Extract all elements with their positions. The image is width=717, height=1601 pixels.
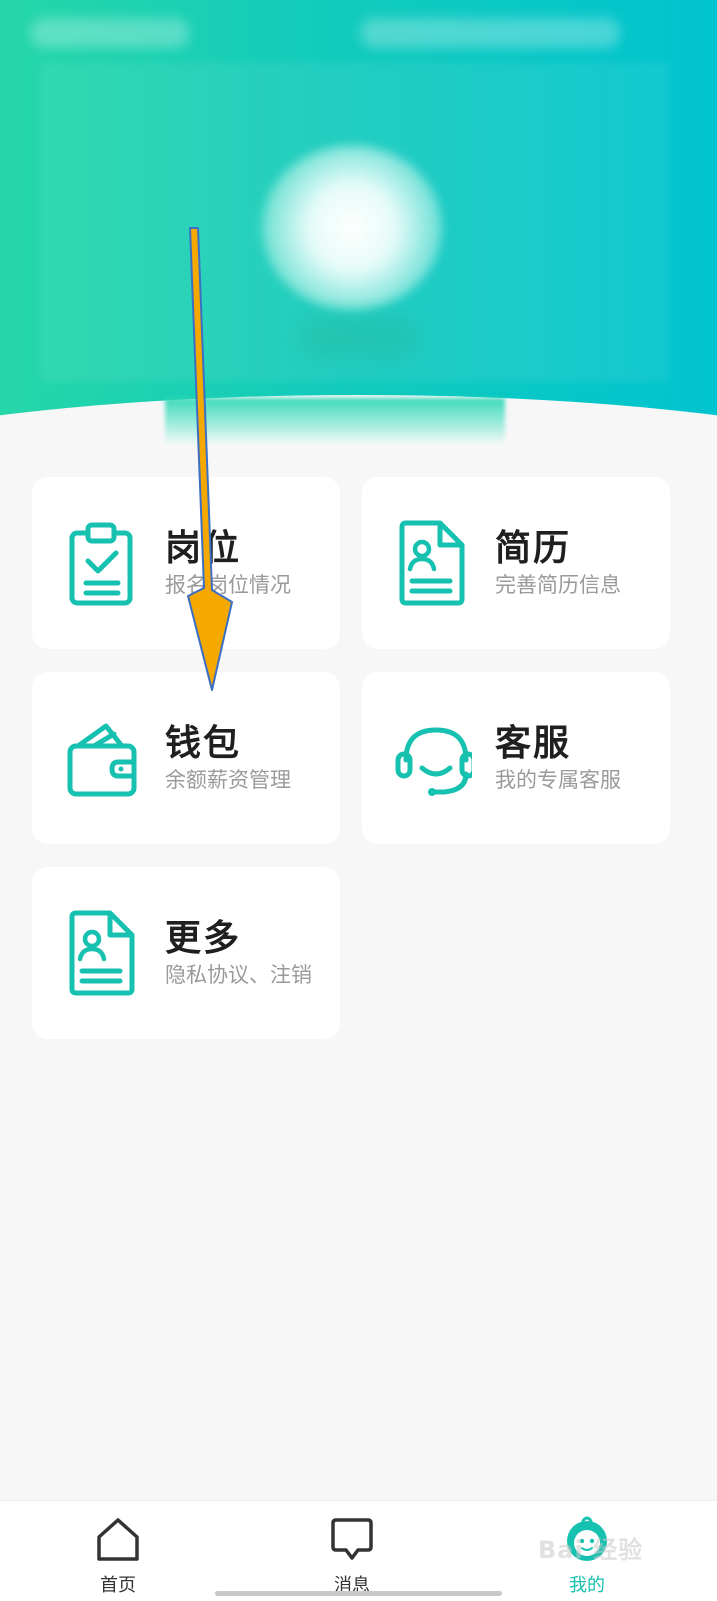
menu-card-title: 钱包 xyxy=(165,723,242,764)
menu-card-title: 更多 xyxy=(165,918,242,959)
status-bar-icons-blurred xyxy=(360,18,620,48)
headset-icon xyxy=(395,727,472,796)
clipboard-check-icon xyxy=(69,522,133,606)
document-person-icon xyxy=(69,910,135,996)
tab-label: 我的 xyxy=(569,1575,605,1596)
menu-card-subtitle: 隐私协议、注销 xyxy=(165,963,312,987)
blurred-strip xyxy=(165,398,505,444)
tab-messages[interactable]: 消息 xyxy=(302,1515,402,1601)
menu-card-title: 客服 xyxy=(495,723,572,764)
wallet-icon xyxy=(67,723,137,797)
message-icon xyxy=(331,1518,373,1560)
menu-card-subtitle: 我的专属客服 xyxy=(495,768,621,792)
status-bar-blurred xyxy=(30,18,190,48)
menu-card-customer-service[interactable]: 客服 我的专属客服 xyxy=(362,672,670,844)
menu-card-subtitle: 报名岗位情况 xyxy=(165,573,291,597)
resume-document-icon xyxy=(399,520,465,606)
avatar[interactable] xyxy=(262,145,442,310)
menu-card-subtitle: 完善简历信息 xyxy=(495,573,621,597)
tab-home[interactable]: 首页 xyxy=(68,1515,168,1601)
username-blurred xyxy=(300,318,420,358)
menu-card-subtitle: 余额薪资管理 xyxy=(165,768,291,792)
menu-card-title: 简历 xyxy=(495,528,572,569)
profile-header xyxy=(0,0,717,450)
tab-label: 首页 xyxy=(100,1575,136,1596)
menu-card-more[interactable]: 更多 隐私协议、注销 xyxy=(32,867,340,1039)
menu-card-positions[interactable]: 岗位 报名岗位情况 xyxy=(32,477,340,649)
watermark-logo: Bai 经验 xyxy=(538,1536,644,1564)
menu-card-wallet[interactable]: 钱包 余额薪资管理 xyxy=(32,672,340,844)
home-indicator[interactable] xyxy=(215,1591,502,1596)
menu-card-title: 岗位 xyxy=(165,528,242,569)
menu-card-resume[interactable]: 简历 完善简历信息 xyxy=(362,477,670,649)
home-icon xyxy=(97,1518,139,1561)
